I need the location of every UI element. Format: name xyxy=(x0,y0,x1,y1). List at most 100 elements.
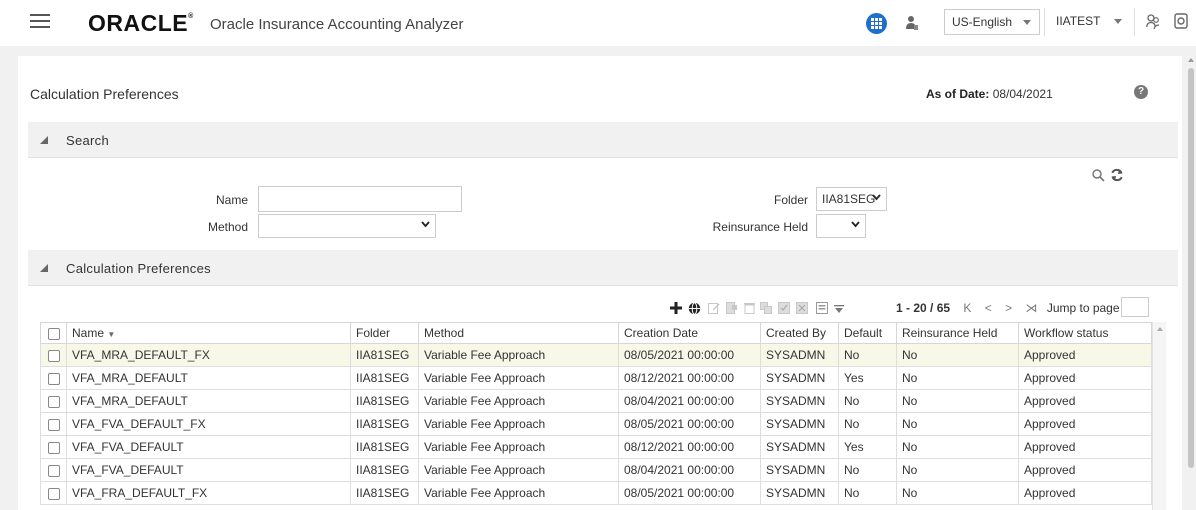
collapse-triangle-icon xyxy=(40,136,48,144)
reinsurance-held-select[interactable] xyxy=(816,214,866,238)
people-icon[interactable] xyxy=(1146,13,1160,31)
edit-icon[interactable] xyxy=(708,302,720,314)
user-menu[interactable]: IIATEST xyxy=(1048,9,1130,35)
page-scrollbar[interactable] xyxy=(1186,56,1196,510)
folder-select[interactable]: IIA81SEG xyxy=(816,187,887,211)
column-header-default[interactable]: Default xyxy=(838,322,897,344)
column-header-creation-date[interactable]: Creation Date xyxy=(618,322,761,344)
first-page-button[interactable]: K xyxy=(963,301,971,315)
table-header-row: Name ▼ Folder Method Creation Date Creat… xyxy=(40,322,1152,344)
folder-value: IIA81SEG xyxy=(822,192,876,206)
cell-creation-date: 08/05/2021 00:00:00 xyxy=(618,412,761,436)
scroll-up-arrow-icon[interactable] xyxy=(1188,58,1194,62)
scroll-up-arrow-icon[interactable] xyxy=(1157,327,1163,331)
column-header-workflow-status[interactable]: Workflow status xyxy=(1018,322,1152,344)
filter-icon[interactable] xyxy=(834,305,844,313)
cell-default: No xyxy=(838,481,897,505)
table-scrollbar[interactable] xyxy=(1152,322,1166,510)
table-row[interactable]: VFA_MRA_DEFAULT_FX IIA81SEG Variable Fee… xyxy=(40,343,1152,367)
column-header-reinsurance-held[interactable]: Reinsurance Held xyxy=(896,322,1019,344)
cell-method: Variable Fee Approach xyxy=(418,458,619,482)
row-checkbox[interactable] xyxy=(47,395,60,408)
cell-folder: IIA81SEG xyxy=(350,435,419,459)
cell-name: VFA_FVA_DEFAULT_FX xyxy=(66,412,351,436)
cell-creation-date: 08/12/2021 00:00:00 xyxy=(618,435,761,459)
name-input[interactable] xyxy=(258,186,462,212)
results-table: Name ▼ Folder Method Creation Date Creat… xyxy=(40,322,1152,505)
as-of-label: As of Date xyxy=(926,87,986,101)
last-page-button[interactable]: ⋊ xyxy=(1025,301,1037,315)
globe-icon[interactable] xyxy=(688,302,701,315)
column-header-name[interactable]: Name ▼ xyxy=(66,322,351,344)
cell-folder: IIA81SEG xyxy=(350,343,419,367)
cell-name: VFA_MRA_DEFAULT_FX xyxy=(66,343,351,367)
column-header-created-by[interactable]: Created By xyxy=(760,322,839,344)
cell-default: No xyxy=(838,389,897,413)
search-section-label: Search xyxy=(66,133,109,148)
table-row[interactable]: VFA_FRA_DEFAULT_FX IIA81SEG Variable Fee… xyxy=(40,481,1152,505)
reject-icon[interactable] xyxy=(796,302,808,314)
help-icon[interactable]: ? xyxy=(1134,85,1148,99)
export-icon[interactable] xyxy=(816,302,828,314)
cell-workflow-status: Approved xyxy=(1018,458,1152,482)
row-checkbox[interactable] xyxy=(47,487,60,500)
select-all-checkbox[interactable] xyxy=(47,327,60,340)
cell-reinsurance-held: No xyxy=(896,343,1019,367)
results-section-header[interactable]: Calculation Preferences xyxy=(28,250,1178,286)
column-header-folder[interactable]: Folder xyxy=(350,322,419,344)
method-select[interactable] xyxy=(258,214,436,238)
row-checkbox[interactable] xyxy=(47,418,60,431)
cell-creation-date: 08/05/2021 00:00:00 xyxy=(618,481,761,505)
row-checkbox[interactable] xyxy=(47,441,60,454)
row-checkbox[interactable] xyxy=(47,464,60,477)
cell-creation-date: 08/04/2021 00:00:00 xyxy=(618,458,761,482)
row-checkbox[interactable] xyxy=(47,349,60,362)
divider xyxy=(1134,8,1135,36)
user-icon[interactable] xyxy=(905,14,919,32)
language-select[interactable]: US-English xyxy=(944,9,1040,35)
column-header-method[interactable]: Method xyxy=(418,322,619,344)
select-all-cell xyxy=(40,322,67,344)
app-grid-icon[interactable] xyxy=(866,13,887,34)
cell-created-by: SYSADMN xyxy=(760,412,839,436)
cell-created-by: SYSADMN xyxy=(760,366,839,390)
settings-icon[interactable] xyxy=(1174,13,1188,31)
cell-default: Yes xyxy=(838,366,897,390)
prev-page-button[interactable]: < xyxy=(985,301,992,315)
magnifier-icon[interactable] xyxy=(1092,169,1105,182)
chevron-down-icon xyxy=(872,194,881,201)
as-of-date: As of Date: 08/04/2021 xyxy=(926,87,1053,101)
delete-icon[interactable] xyxy=(744,302,755,314)
approve-icon[interactable] xyxy=(778,302,790,314)
scrollbar-thumb[interactable] xyxy=(1188,68,1194,468)
hamburger-icon[interactable] xyxy=(30,14,50,30)
row-select-cell xyxy=(40,481,67,505)
cell-workflow-status: Approved xyxy=(1018,412,1152,436)
duplicate-icon[interactable] xyxy=(760,302,772,314)
refresh-icon[interactable] xyxy=(1110,168,1124,182)
search-section-header[interactable]: Search xyxy=(28,122,1178,158)
table-row[interactable]: VFA_FVA_DEFAULT IIA81SEG Variable Fee Ap… xyxy=(40,435,1152,459)
table-row[interactable]: VFA_MRA_DEFAULT IIA81SEG Variable Fee Ap… xyxy=(40,389,1152,413)
cell-default: Yes xyxy=(838,435,897,459)
table-row[interactable]: VFA_FVA_DEFAULT_FX IIA81SEG Variable Fee… xyxy=(40,412,1152,436)
row-select-cell xyxy=(40,343,67,367)
cell-workflow-status: Approved xyxy=(1018,366,1152,390)
cell-folder: IIA81SEG xyxy=(350,389,419,413)
table-row[interactable]: VFA_MRA_DEFAULT IIA81SEG Variable Fee Ap… xyxy=(40,366,1152,390)
chevron-down-icon xyxy=(1023,20,1031,25)
cell-name: VFA_MRA_DEFAULT xyxy=(66,389,351,413)
plus-icon[interactable] xyxy=(670,302,682,314)
page-range: 1 - 20 / 65 xyxy=(896,301,951,315)
top-bar: ORACLE® Oracle Insurance Accounting Anal… xyxy=(0,0,1196,46)
copy-icon[interactable] xyxy=(726,302,738,314)
cell-workflow-status: Approved xyxy=(1018,481,1152,505)
row-checkbox[interactable] xyxy=(47,372,60,385)
next-page-button[interactable]: > xyxy=(1005,301,1012,315)
table-row[interactable]: VFA_FVA_DEFAULT IIA81SEG Variable Fee Ap… xyxy=(40,458,1152,482)
cell-method: Variable Fee Approach xyxy=(418,481,619,505)
cell-workflow-status: Approved xyxy=(1018,435,1152,459)
cell-created-by: SYSADMN xyxy=(760,389,839,413)
results-section-label: Calculation Preferences xyxy=(66,261,211,276)
jump-to-page-input[interactable] xyxy=(1121,297,1149,317)
